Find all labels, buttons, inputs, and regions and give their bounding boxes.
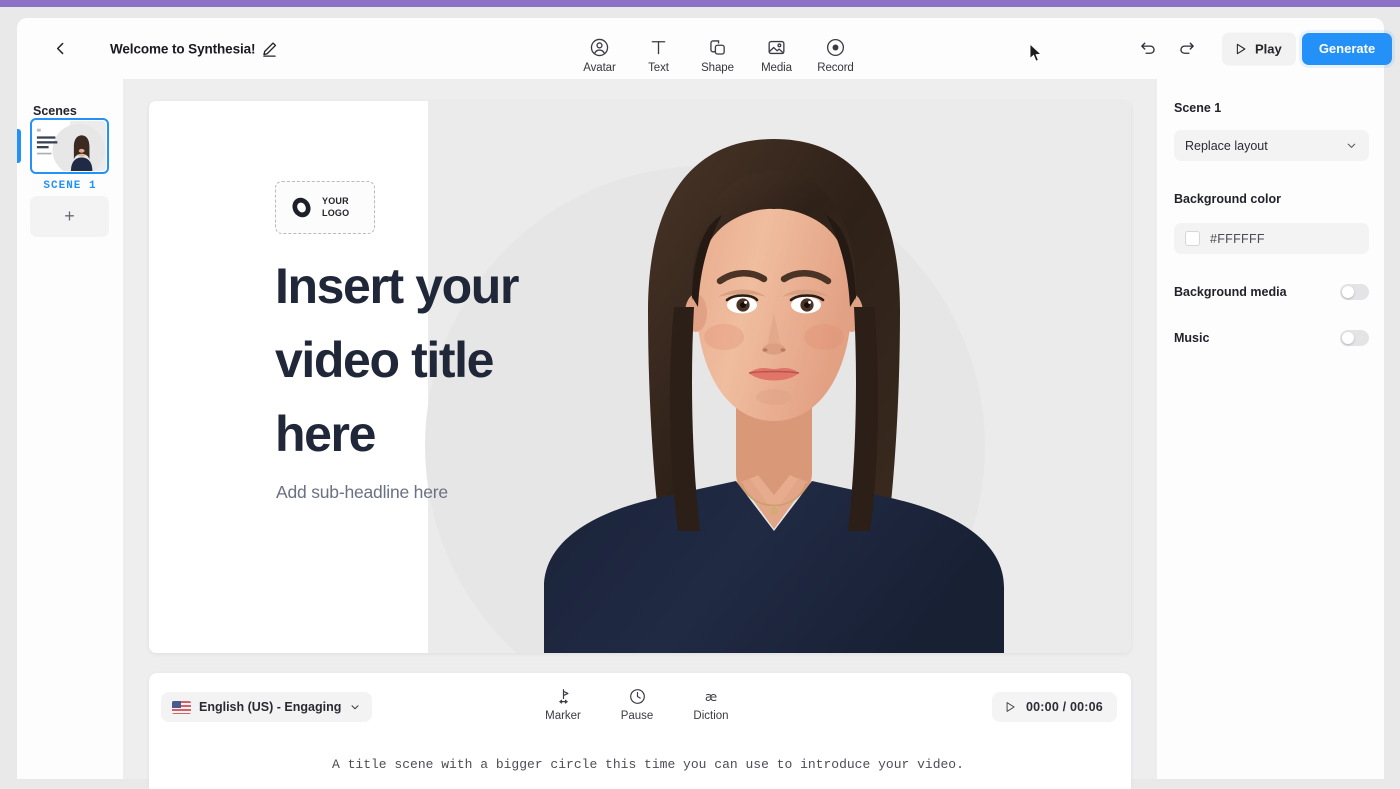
script-tool-marker[interactable]: Marker [539, 685, 587, 722]
replace-layout-value: Replace layout [1185, 138, 1268, 153]
time-value: 00:00 / 00:06 [1026, 700, 1103, 714]
scene-thumbnail-1[interactable] [30, 118, 109, 174]
scene-canvas[interactable]: YOUR LOGO Insert your video title here A… [149, 101, 1131, 653]
play-icon [1236, 43, 1246, 54]
scene-label-1: SCENE 1 [43, 180, 97, 192]
play-icon [1006, 702, 1015, 712]
top-toolbar: Welcome to Synthesia! Avatar Text Shape … [17, 18, 1392, 79]
script-tool-diction[interactable]: æ Diction [687, 685, 735, 722]
music-toggle[interactable] [1340, 330, 1369, 346]
background-media-label: Background media [1174, 285, 1287, 299]
back-button[interactable] [45, 34, 75, 64]
blush-right [804, 324, 844, 350]
clock-icon [628, 685, 647, 707]
page-title: Welcome to Synthesia! [110, 41, 256, 56]
tool-avatar[interactable]: Avatar [570, 31, 629, 74]
background-media-row: Background media [1174, 281, 1369, 303]
language-value: English (US) - Engaging [199, 700, 342, 714]
playback-time-display[interactable]: 00:00 / 00:06 [992, 692, 1117, 722]
logo-placeholder[interactable]: YOUR LOGO [275, 181, 375, 234]
music-row: Music [1174, 327, 1369, 349]
presenter-avatar[interactable] [544, 101, 1004, 653]
tool-shape-label: Shape [701, 62, 734, 74]
record-icon [825, 37, 846, 58]
blush-left [704, 324, 744, 350]
browser-accent-strip [0, 0, 1400, 7]
tool-record[interactable]: Record [806, 31, 865, 74]
chevron-down-icon [351, 705, 359, 710]
background-color-value: #FFFFFF [1210, 231, 1265, 246]
scene-thumbnail-preview [33, 121, 106, 171]
background-color-input[interactable]: #FFFFFF [1174, 223, 1369, 254]
avatar-illustration [544, 139, 1004, 653]
marker-icon [554, 685, 573, 707]
chevron-down-icon [1347, 143, 1356, 148]
undo-button[interactable] [1134, 35, 1162, 63]
generate-button[interactable]: Generate [1302, 32, 1392, 65]
diction-icon: æ [700, 685, 722, 707]
add-scene-button[interactable]: + [30, 196, 109, 237]
insert-tools-group: Avatar Text Shape Media Record [570, 31, 865, 74]
scene-properties-panel: Scene 1 Replace layout Background color … [1157, 79, 1384, 779]
logo-text-line-2: LOGO [322, 207, 350, 218]
script-tools-group: Marker Pause æ Diction [539, 685, 735, 722]
logo-ring-icon [289, 195, 314, 220]
us-flag-icon [172, 700, 191, 714]
eye-highlight-left [744, 300, 748, 304]
chevron-left-icon [56, 42, 63, 55]
replace-layout-dropdown[interactable]: Replace layout [1174, 130, 1369, 161]
svg-text:æ: æ [705, 688, 717, 703]
script-tool-pause[interactable]: Pause [613, 685, 661, 722]
color-swatch [1185, 231, 1200, 246]
avatar-icon [589, 37, 610, 58]
script-tool-marker-label: Marker [545, 710, 581, 722]
tool-text-label: Text [648, 62, 669, 74]
redo-icon [1179, 42, 1194, 54]
script-tool-diction-label: Diction [693, 710, 729, 722]
logo-placeholder-text: YOUR LOGO [322, 196, 349, 219]
selected-scene-indicator [17, 129, 21, 163]
tool-shape[interactable]: Shape [688, 31, 747, 74]
app-root: Welcome to Synthesia! Avatar Text Shape … [0, 0, 1400, 789]
nostril-left [762, 348, 768, 352]
hair-strand-right [848, 307, 879, 531]
chin-shade [756, 389, 792, 405]
script-tool-pause-label: Pause [620, 710, 654, 722]
language-selector[interactable]: English (US) - Engaging [161, 692, 373, 722]
tool-media[interactable]: Media [747, 31, 806, 74]
tool-text[interactable]: Text [629, 31, 688, 74]
background-media-toggle[interactable] [1340, 284, 1369, 300]
play-button[interactable]: Play [1222, 32, 1296, 65]
hair-strand-left [669, 307, 700, 531]
scene-thumb-art [33, 121, 106, 171]
tool-record-label: Record [817, 62, 854, 74]
script-panel: English (US) - Engaging Marker Pause æ D… [149, 673, 1131, 789]
rename-project-button[interactable] [260, 39, 279, 58]
undo-icon [1140, 42, 1155, 54]
background-color-label: Background color [1174, 192, 1281, 206]
scenes-heading: Scenes [33, 104, 77, 118]
scene-properties-title: Scene 1 [1174, 101, 1222, 115]
play-label: Play [1255, 41, 1282, 56]
music-label: Music [1174, 331, 1210, 345]
shape-icon [707, 37, 728, 58]
canvas-subtitle-text[interactable]: Add sub-headline here [276, 482, 448, 503]
logo-text-line-1: YOUR [322, 196, 349, 206]
script-textarea[interactable]: A title scene with a bigger circle this … [332, 753, 972, 776]
nostril-right [780, 348, 786, 352]
scenes-sidebar: Scenes SCENE 1 + [17, 79, 123, 779]
tool-avatar-label: Avatar [583, 62, 616, 74]
text-icon [648, 37, 669, 58]
necklace-pendant [769, 506, 779, 516]
tool-media-label: Media [761, 62, 792, 74]
eye-highlight-right [808, 300, 812, 304]
pencil-icon [263, 41, 277, 57]
media-icon [766, 37, 787, 58]
redo-button[interactable] [1172, 35, 1200, 63]
